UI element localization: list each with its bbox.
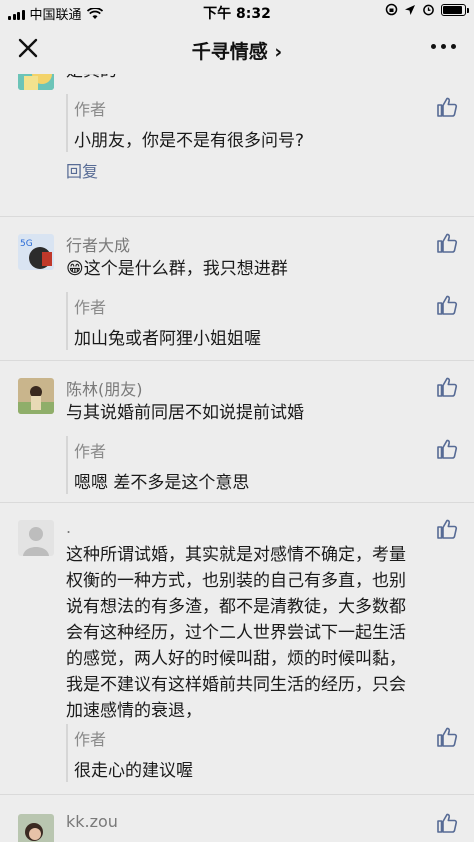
comment-feed[interactable]: 是真的 作者 小朋友，你是不是有很多问号? 回复 5G 行者大成 😁这个是什么群… <box>0 74 474 842</box>
comment-text: 是真的 <box>66 74 456 84</box>
avatar[interactable] <box>18 520 54 556</box>
comment-item: 是真的 作者 小朋友，你是不是有很多问号? 回复 <box>0 74 474 214</box>
divider <box>0 216 474 217</box>
grinning-emoji-icon: 😁 <box>66 259 84 279</box>
divider <box>0 794 474 795</box>
thumbs-up-icon[interactable] <box>436 438 458 460</box>
page-title[interactable]: 千寻情感 › <box>0 37 474 64</box>
comment-author: 陈林(朋友) <box>66 380 143 399</box>
reply-author: 作者 <box>74 100 107 119</box>
comment-line: 我是不建议有这样婚前共同生活的经历，只会 <box>66 675 406 695</box>
status-bar: 中国联通 下午 8:32 <box>0 0 474 23</box>
thumbs-up-icon[interactable] <box>436 96 458 118</box>
comment-item: . 这种所谓试婚，其实就是对感情不确定，考量 权衡的一种方式，也别装的自己有多直… <box>0 512 474 782</box>
thumbs-up-icon[interactable] <box>436 232 458 254</box>
thumbs-up-icon[interactable] <box>436 726 458 748</box>
comment-text-body: 这个是什么群，我只想进群 <box>83 259 288 279</box>
author-reply: 作者 嗯嗯 差不多是这个意思 <box>66 436 458 494</box>
reply-text: 加山兔或者阿狸小姐姐喔 <box>74 329 261 349</box>
comment-author: kk.zou <box>66 812 118 831</box>
divider <box>0 360 474 361</box>
reply-text: 很走心的建议喔 <box>74 761 193 781</box>
thumbs-up-icon[interactable] <box>436 376 458 398</box>
reply-author: 作者 <box>74 298 107 317</box>
location-icon <box>405 4 415 15</box>
svg-text:5G: 5G <box>20 239 33 249</box>
thumbs-up-icon[interactable] <box>436 294 458 316</box>
comment-text: 与其说婚前同居不如说提前试婚 <box>66 403 304 423</box>
more-icon[interactable] <box>431 44 456 49</box>
avatar[interactable]: 5G <box>18 234 54 270</box>
reply-author: 作者 <box>74 442 107 461</box>
comment-item: kk.zou <box>0 806 474 842</box>
author-reply: 作者 小朋友，你是不是有很多问号? <box>66 94 458 152</box>
comment-item: 5G 行者大成 😁这个是什么群，我只想进群 作者 加山兔或者阿狸小姐姐喔 <box>0 226 474 352</box>
nav-bar: 千寻情感 › <box>0 22 474 74</box>
status-right <box>385 3 469 16</box>
alarm-icon <box>423 4 434 16</box>
reply-link[interactable]: 回复 <box>66 158 98 182</box>
thumbs-up-icon[interactable] <box>436 812 458 834</box>
reply-author: 作者 <box>74 730 107 749</box>
comment-author: . <box>66 518 72 537</box>
comment-line: 这种所谓试婚，其实就是对感情不确定，考量 <box>66 545 406 565</box>
reply-text: 嗯嗯 差不多是这个意思 <box>74 473 250 493</box>
reply-text: 小朋友，你是不是有很多问号? <box>74 131 305 151</box>
comment-line: 加速感情的衰退， <box>66 701 202 721</box>
divider <box>0 502 474 503</box>
comment-item: 陈林(朋友) 与其说婚前同居不如说提前试婚 作者 嗯嗯 差不多是这个意思 <box>0 370 474 494</box>
avatar[interactable] <box>18 74 54 90</box>
battery-icon <box>441 3 469 16</box>
comment-text: 这种所谓试婚，其实就是对感情不确定，考量 权衡的一种方式，也别装的自己有多直，也… <box>66 542 456 724</box>
lock-rotation-icon <box>385 3 398 16</box>
comment-line: 会有这种经历，过个二人世界尝试下一起生活 <box>66 623 406 643</box>
comment-line: 说有想法的有多渣，都不是清教徒，大多数都 <box>66 597 406 617</box>
author-reply: 作者 加山兔或者阿狸小姐姐喔 <box>66 292 458 350</box>
comment-text: 😁这个是什么群，我只想进群 <box>66 256 456 282</box>
comment-line: 的感觉，两人好的时候叫甜，烦的时候叫黏， <box>66 649 406 669</box>
avatar[interactable] <box>18 378 54 414</box>
author-reply: 作者 很走心的建议喔 <box>66 724 458 782</box>
comment-line: 权衡的一种方式，也别装的自己有多直，也别 <box>66 571 406 591</box>
comment-author: 行者大成 <box>66 236 131 255</box>
avatar[interactable] <box>18 814 54 842</box>
thumbs-up-icon[interactable] <box>436 518 458 540</box>
